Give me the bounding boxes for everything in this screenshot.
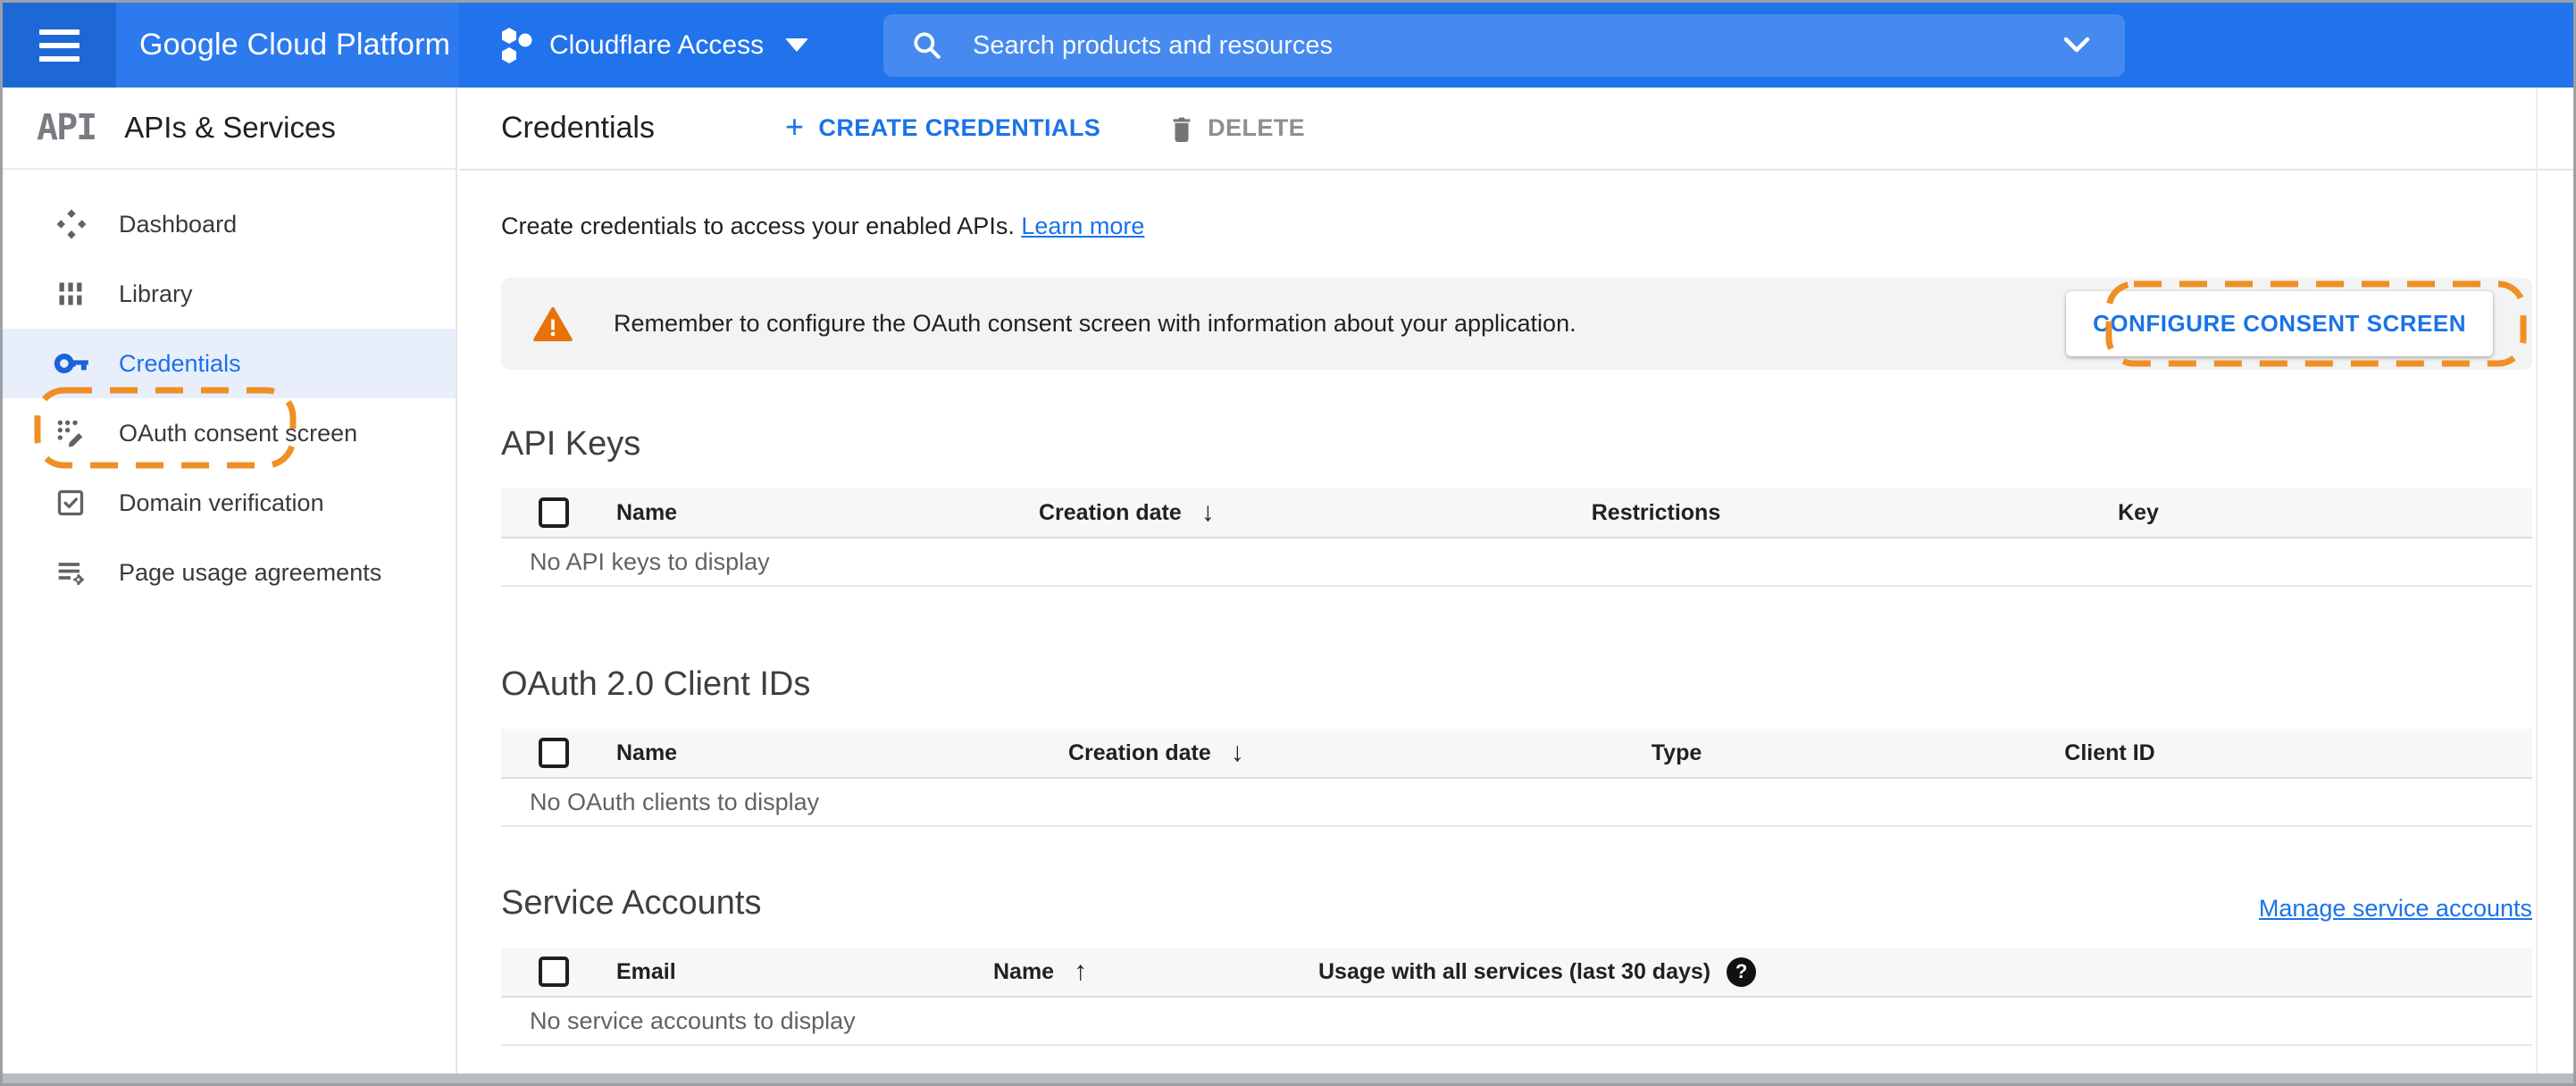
warning-icon [533,306,573,341]
column-key: Key [2118,499,2159,525]
checked-box-icon [53,485,94,521]
project-hexagons-icon [502,27,532,63]
content-right-divider [2536,88,2538,1073]
column-type: Type [1651,739,1702,765]
sidebar-header: API APIs & Services [3,88,456,170]
column-name[interactable]: Name [590,500,1013,526]
main-content: Credentials + CREATE CREDENTIALS DELETE … [459,88,2573,1073]
page-header: Credentials + CREATE CREDENTIALS DELETE [459,88,2573,171]
caret-down-icon [785,38,809,52]
service-accounts-table-header: Email Name ↑ Usage with all services (la… [501,948,2532,998]
oauth-table-header: Name Creation date ↓ Type Client ID [501,729,2532,779]
api-product-logo: API [37,107,97,148]
logo-zone: Google Cloud Platform [116,3,459,88]
sidebar: API APIs & Services Dashboard Library Cr… [3,88,457,1073]
usage-help-icon[interactable]: ? [1727,957,1757,987]
api-keys-table-header: Name Creation date ↓ Restrictions Key [501,489,2532,539]
window-bottom-edge [3,1073,2573,1083]
column-name[interactable]: Name ↑ [967,957,1280,987]
trash-icon [1173,117,1191,142]
sidebar-item-oauth-consent-screen[interactable]: OAuth consent screen [3,398,456,468]
sort-desc-icon: ↓ [1230,738,1244,767]
consent-warning-banner: Remember to configure the OAuth consent … [501,278,2532,370]
oauth-client-ids-heading: OAuth 2.0 Client IDs [501,665,811,703]
delete-button[interactable]: DELETE [1168,113,1305,144]
configure-consent-screen-button[interactable]: CONFIGURE CONSENT SCREEN [2066,291,2493,356]
sort-asc-icon: ↑ [1074,957,1088,986]
select-all-checkbox[interactable] [539,497,569,528]
column-usage: Usage with all services (last 30 days) ? [1280,957,2532,987]
search-expand-chevron-icon[interactable] [2059,32,2095,59]
search-input[interactable]: Search products and resources [883,14,2125,77]
main-menu-button[interactable] [3,3,116,88]
key-icon [53,344,94,383]
search-placeholder: Search products and resources [973,30,1333,60]
search-icon [914,32,941,59]
section-oauth-client-ids: OAuth 2.0 Client IDs Name Creation date … [501,665,2532,827]
column-client-id: Client ID [2064,739,2155,765]
dashboard-icon [53,205,94,243]
service-accounts-empty-state: No service accounts to display [501,998,2532,1046]
top-app-bar: Google Cloud Platform Cloudflare Access … [3,3,2573,88]
section-service-accounts: Service Accounts Manage service accounts… [501,884,2532,1046]
sidebar-title: APIs & Services [124,111,336,144]
page-description: Create credentials to access your enable… [501,213,1145,239]
service-accounts-heading: Service Accounts [501,884,762,922]
library-icon [53,276,94,312]
sidebar-item-domain-verification[interactable]: Domain verification [3,468,456,538]
oauth-empty-state: No OAuth clients to display [501,779,2532,827]
project-selector[interactable]: Cloudflare Access [500,26,809,65]
manage-service-accounts-link[interactable]: Manage service accounts [2259,895,2532,923]
create-credentials-button[interactable]: + CREATE CREDENTIALS [784,107,1100,145]
api-keys-empty-state: No API keys to display [501,539,2532,587]
api-keys-heading: API Keys [501,425,641,463]
hamburger-icon [39,29,79,62]
select-all-checkbox[interactable] [539,738,569,768]
sidebar-item-library[interactable]: Library [3,259,456,329]
banner-text: Remember to configure the OAuth consent … [614,310,1577,337]
sidebar-item-page-usage-agreements[interactable]: Page usage agreements [3,538,456,607]
consent-screen-icon [53,415,94,451]
select-all-checkbox[interactable] [539,957,569,987]
section-api-keys: API Keys Name Creation date ↓ Restrictio… [501,425,2532,587]
gcp-logo[interactable]: Google Cloud Platform [116,28,450,63]
column-name[interactable]: Name [590,740,1042,766]
sidebar-item-dashboard[interactable]: Dashboard [3,189,456,259]
page-title: Credentials [501,111,655,145]
column-creation-date[interactable]: Creation date ↓ [1042,738,1426,768]
column-email[interactable]: Email [590,959,967,985]
learn-more-link[interactable]: Learn more [1021,213,1144,239]
sidebar-item-credentials[interactable]: Credentials [3,329,456,398]
sort-desc-icon: ↓ [1200,497,1215,527]
list-gear-icon [53,555,94,590]
sidebar-nav: Dashboard Library Credentials OAuth cons… [3,170,456,607]
column-restrictions: Restrictions [1591,499,1721,525]
project-name: Cloudflare Access [549,29,765,60]
column-creation-date[interactable]: Creation date ↓ [1013,497,1406,528]
plus-icon: + [784,107,805,145]
